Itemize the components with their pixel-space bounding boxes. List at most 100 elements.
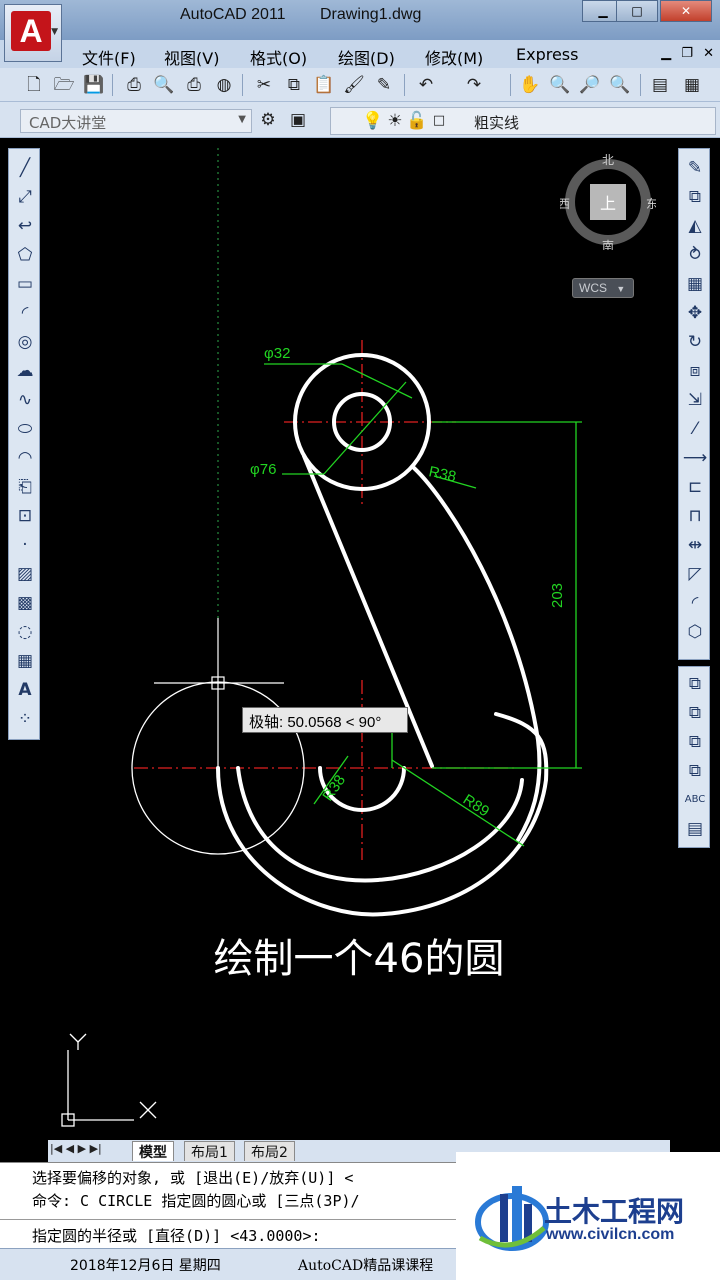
extend-icon[interactable]: ⟶ [682, 445, 708, 471]
cut-icon[interactable]: ✂ [252, 73, 276, 97]
multiline-text-icon[interactable]: A [12, 677, 38, 703]
doc-restore-icon[interactable]: ❐ [681, 46, 693, 61]
menu-file[interactable]: 文件(F) [82, 45, 136, 69]
block-editor-icon[interactable]: ✎ [372, 73, 396, 97]
menu-draw[interactable]: 绘图(D) [338, 45, 395, 69]
spline-icon[interactable]: ∿ [12, 387, 38, 413]
circle-icon[interactable]: ◎ [12, 329, 38, 355]
dim-diameter-76: φ76 [250, 461, 276, 478]
array-icon[interactable]: ▦ [682, 271, 708, 297]
ellipse-icon[interactable]: ⬭ [12, 416, 38, 442]
erase-icon[interactable]: ✎ [682, 155, 708, 181]
properties-icon[interactable]: ▤ [648, 73, 672, 97]
polyline-icon[interactable]: ↩ [12, 213, 38, 239]
customize-icon[interactable]: ▣ [286, 108, 310, 132]
video-subtitle: 绘制一个46的圆 [213, 936, 505, 982]
revision-cloud-icon[interactable]: ☁ [12, 358, 38, 384]
join-icon[interactable]: ⇹ [682, 532, 708, 558]
command-history-line-2: 命令: C CIRCLE 指定圆的圆心或 [三点(3P)/ [32, 1192, 360, 1210]
sun-icon[interactable]: ☀ [383, 109, 407, 133]
construction-line-icon[interactable]: ⤢ [12, 184, 38, 210]
viewcube[interactable]: 北 南 东 西 上 [560, 154, 656, 250]
explode-icon[interactable]: ⬡ [682, 619, 708, 645]
point-icon[interactable]: · [12, 532, 38, 558]
zoom-previous-icon[interactable]: 🔍 [608, 73, 632, 97]
hatch-back-icon[interactable]: ▤ [682, 816, 708, 842]
workspace-settings-icon[interactable]: ⚙ [256, 108, 280, 132]
drawing-canvas[interactable]: φ32 φ76 R38 203 R38 R89 北 南 东 西 上 WCS ▼ … [48, 140, 670, 1140]
copy-object-icon[interactable]: ⧉ [682, 184, 708, 210]
bring-to-front-icon[interactable]: ⧉ [682, 671, 708, 697]
gradient-icon[interactable]: ▩ [12, 590, 38, 616]
bring-above-icon[interactable]: ⧉ [682, 729, 708, 755]
pan-icon[interactable]: ✋ [518, 73, 542, 97]
viewcube-east[interactable]: 东 [646, 197, 656, 211]
paste-icon[interactable]: 📋 [312, 73, 336, 97]
viewcube-south[interactable]: 南 [602, 238, 614, 250]
lock-icon[interactable]: 🔓 [405, 109, 429, 133]
rectangle-icon[interactable]: ▭ [12, 271, 38, 297]
tab-layout1[interactable]: 布局1 [184, 1141, 235, 1161]
viewcube-west[interactable]: 西 [560, 197, 570, 211]
3d-dwf-icon[interactable]: ◍ [212, 73, 236, 97]
menu-format[interactable]: 格式(O) [250, 45, 307, 69]
match-properties-icon[interactable]: 🖌 [342, 73, 366, 97]
open-file-icon[interactable]: 🗁 [52, 73, 76, 97]
print-preview-icon[interactable]: 🔍 [152, 73, 176, 97]
rotate-icon[interactable]: ↻ [682, 329, 708, 355]
maximize-button[interactable]: □ [616, 0, 658, 22]
command-prompt[interactable]: 指定圆的半径或 [直径(D)] <43.0000>: [32, 1225, 321, 1246]
design-center-icon[interactable]: ▦ [680, 73, 704, 97]
workspace-select[interactable]: CAD大讲堂 ▼ [20, 109, 252, 133]
arc-icon[interactable]: ◜ [12, 300, 38, 326]
text-front-icon[interactable]: ABC [682, 787, 708, 813]
trim-icon[interactable]: ⁄ [682, 416, 708, 442]
publish-icon[interactable]: ⎙ [182, 73, 206, 97]
menu-express[interactable]: Express [516, 45, 578, 64]
light-bulb-icon[interactable]: 💡 [361, 109, 385, 133]
break-icon[interactable]: ⊓ [682, 503, 708, 529]
make-block-icon[interactable]: ⊡ [12, 503, 38, 529]
close-button[interactable]: ✕ [660, 0, 712, 22]
region-icon[interactable]: ◌ [12, 619, 38, 645]
viewcube-face-top[interactable]: 上 [600, 194, 616, 213]
insert-block-icon[interactable]: ⎗ [12, 474, 38, 500]
new-file-icon[interactable]: 🗋 [22, 73, 46, 97]
send-to-back-icon[interactable]: ⧉ [682, 700, 708, 726]
menu-view[interactable]: 视图(V) [164, 45, 219, 69]
chamfer-icon[interactable]: ◸ [682, 561, 708, 587]
line-icon[interactable]: ╱ [12, 155, 38, 181]
send-under-icon[interactable]: ⧉ [682, 758, 708, 784]
zoom-realtime-icon[interactable]: 🔍 [548, 73, 572, 97]
layer-select[interactable]: 💡 ☀ 🔓 □ [330, 107, 716, 135]
table-icon[interactable]: ▦ [12, 648, 38, 674]
doc-close-icon[interactable]: ✕ [703, 46, 714, 61]
menu-bar: 文件(F) 视图(V) 格式(O) 绘图(D) 修改(M) Express ▁ … [0, 40, 720, 68]
viewcube-north[interactable]: 北 [602, 154, 614, 167]
tab-navigation-arrows[interactable]: |◀ ◀ ▶ ▶| [50, 1142, 102, 1155]
mirror-icon[interactable]: ◭ [682, 213, 708, 239]
save-icon[interactable]: 💾 [82, 73, 106, 97]
fillet-icon[interactable]: ◜ [682, 590, 708, 616]
undo-icon[interactable]: ↶ [414, 73, 438, 97]
break-at-point-icon[interactable]: ⊏ [682, 474, 708, 500]
stretch-icon[interactable]: ⇲ [682, 387, 708, 413]
tab-model[interactable]: 模型 [132, 1141, 174, 1161]
menu-modify[interactable]: 修改(M) [425, 45, 483, 69]
offset-icon[interactable]: ⥁ [682, 242, 708, 268]
wcs-menu[interactable]: WCS ▼ [572, 278, 634, 298]
doc-minimize-icon[interactable]: ▁ [661, 46, 671, 61]
ellipse-arc-icon[interactable]: ◠ [12, 445, 38, 471]
move-icon[interactable]: ✥ [682, 300, 708, 326]
application-menu-button[interactable]: A ▼ [4, 4, 62, 62]
dim-diameter-32: φ32 [264, 345, 290, 362]
hatch-icon[interactable]: ▨ [12, 561, 38, 587]
polygon-icon[interactable]: ⬠ [12, 242, 38, 268]
scale-icon[interactable]: ⧈ [682, 358, 708, 384]
add-selected-icon[interactable]: ⁘ [12, 706, 38, 732]
tab-layout2[interactable]: 布局2 [244, 1141, 295, 1161]
print-icon[interactable]: ⎙ [122, 73, 146, 97]
copy-icon[interactable]: ⧉ [282, 73, 306, 97]
zoom-window-icon[interactable]: 🔎 [578, 73, 602, 97]
redo-icon[interactable]: ↷ [462, 73, 486, 97]
